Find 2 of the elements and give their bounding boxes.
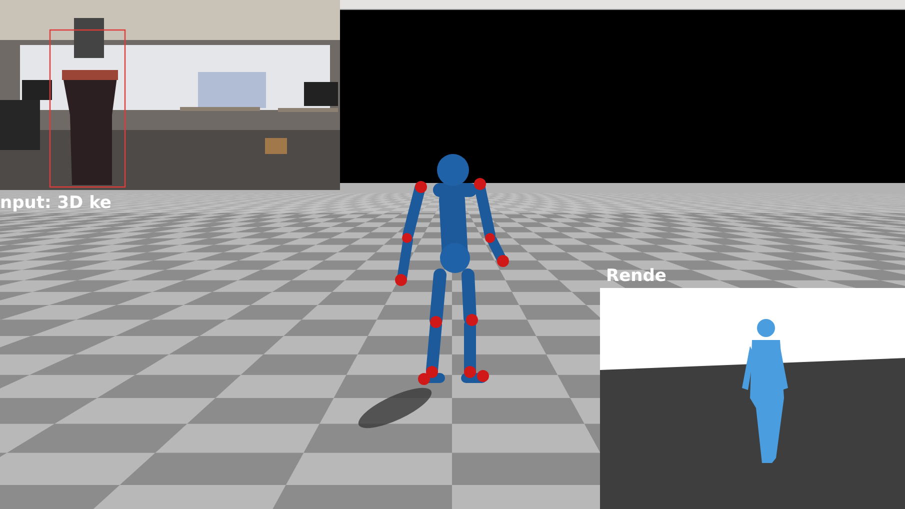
overlay-caption: Rende (606, 266, 666, 286)
overlay-caption: nput: 3D ke (0, 193, 112, 213)
